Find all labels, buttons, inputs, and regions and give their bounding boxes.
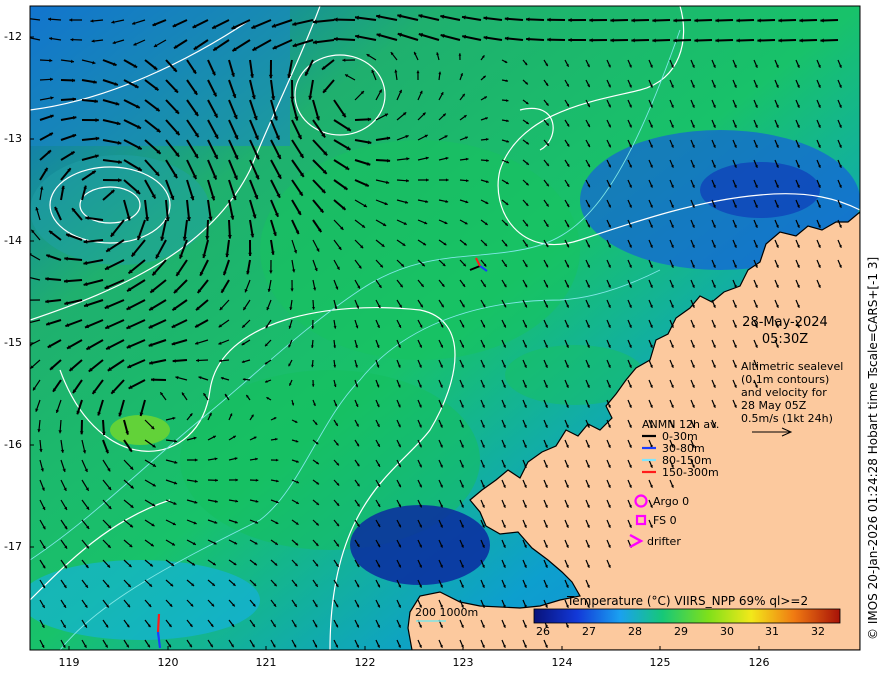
info-line: 0.5m/s (1kt 24h) <box>741 412 833 425</box>
info-line: Altimetric sealevel <box>741 360 844 373</box>
lon-tick-label: 120 <box>157 656 179 669</box>
velocity-arrow-head <box>27 17 30 21</box>
lat-tick-label: -13 <box>4 132 22 145</box>
colorbar-tick-label: 30 <box>720 625 734 638</box>
colorbar-tick-label: 31 <box>765 625 779 638</box>
velocity-arrow-head <box>26 298 29 302</box>
colorbar-title: Temperature (°C) VIIRS_NPP 69% ql>=2 <box>567 594 809 608</box>
map-date: 28-May-2024 05:30Z <box>730 314 840 348</box>
time-line: 05:30Z <box>761 332 809 347</box>
lon-tick-label: 125 <box>649 656 671 669</box>
lat-tick-label: -15 <box>4 336 22 349</box>
lat-tick-label: -12 <box>4 30 22 43</box>
lat-tick-label: -16 <box>4 438 22 451</box>
copyright-side-label: © IMOS 20-Jan-2026 01:24:28 Hobart time … <box>866 256 880 640</box>
colorbar-tick-label: 27 <box>582 625 596 638</box>
depth-legend-label: 200 1000m <box>415 606 479 619</box>
colorbar-tick-label: 26 <box>536 625 550 638</box>
lon-tick-label: 122 <box>354 656 376 669</box>
info-line: 28 May 05Z <box>741 399 807 412</box>
info-line: (0.1m contours) <box>741 373 830 386</box>
fs-label: FS 0 <box>653 514 677 527</box>
lon-tick-label: 126 <box>748 656 770 669</box>
lon-tick-label: 124 <box>551 656 573 669</box>
argo-label: Argo 0 <box>653 495 690 508</box>
lat-tick-label: -17 <box>4 540 22 553</box>
info-line: and velocity for <box>741 386 827 399</box>
colorbar-tick-label: 28 <box>628 625 642 638</box>
legend-label: 150-300m <box>662 466 719 479</box>
altimetry-info: Altimetric sealevel (0.1m contours) and … <box>741 360 843 425</box>
drifter-label: drifter <box>647 535 681 548</box>
colorbar-tick-label: 32 <box>811 625 825 638</box>
lon-tick-label: 123 <box>452 656 474 669</box>
colorbar-tick-label: 29 <box>674 625 688 638</box>
lat-tick-label: -14 <box>4 234 22 247</box>
temperature-colorbar <box>533 608 841 624</box>
date-line: 28-May-2024 <box>742 315 828 330</box>
lon-tick-label: 119 <box>58 656 80 669</box>
lon-tick-label: 121 <box>255 656 277 669</box>
